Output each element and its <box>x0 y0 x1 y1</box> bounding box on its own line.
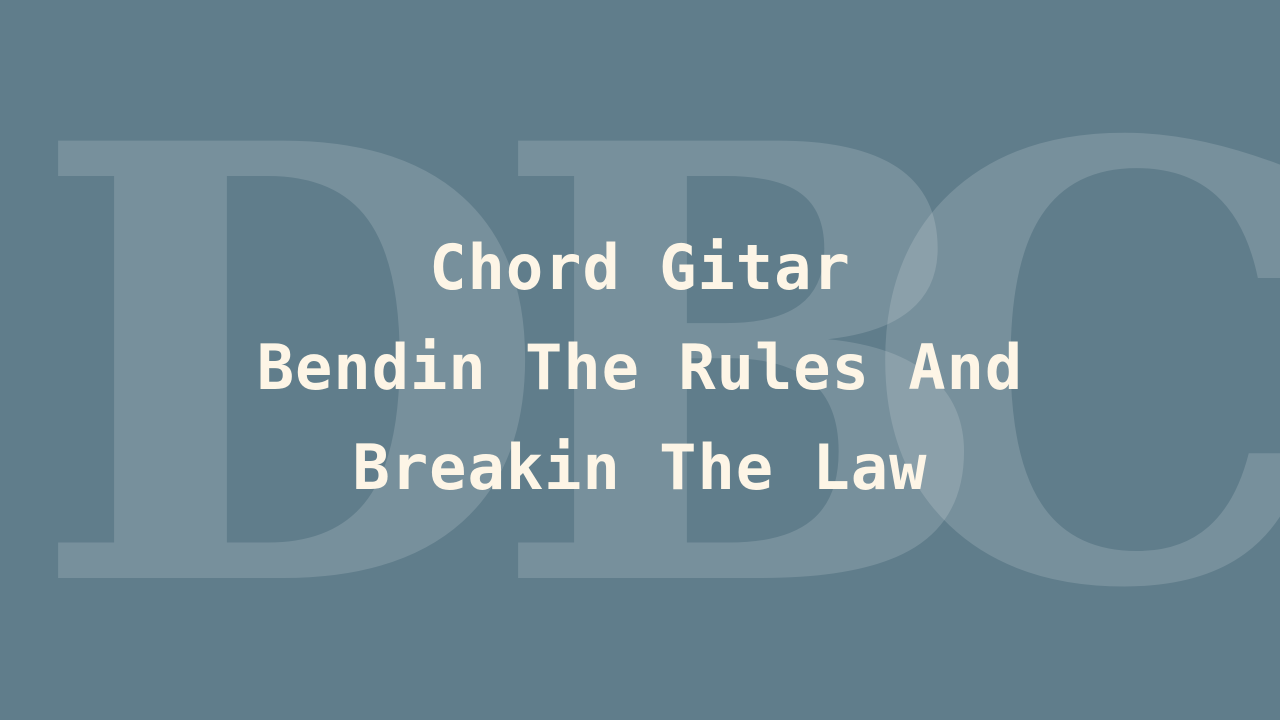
title-line-2: Bendin The Rules And <box>256 331 1024 404</box>
title-line-1: Chord Gitar <box>429 231 851 304</box>
title-line-3: Breakin The Law <box>352 431 928 504</box>
song-title: Chord Gitar Bendin The Rules And Breakin… <box>0 218 1280 518</box>
